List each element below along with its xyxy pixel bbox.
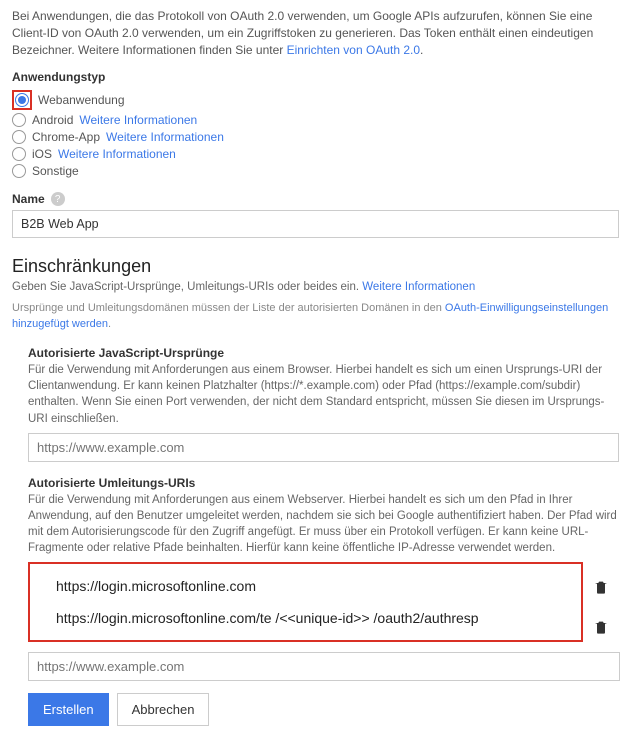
create-button[interactable]: Erstellen (28, 693, 109, 726)
radio-icon (12, 113, 26, 127)
js-origins-desc: Für die Verwendung mit Anforderungen aus… (28, 362, 619, 426)
redirect-uris-input[interactable] (28, 652, 620, 681)
app-type-option-chrome[interactable]: Chrome-App Weitere Informationen (12, 130, 619, 144)
restrictions-sub2: Ursprünge und Umleitungsdomänen müssen d… (12, 301, 619, 332)
redirect-uris-desc: Für die Verwendung mit Anforderungen aus… (28, 492, 619, 556)
redirect-uri-row: https://login.microsoftonline.com (38, 570, 573, 602)
delete-icon[interactable] (593, 578, 609, 596)
restrictions-heading: Einschränkungen (12, 256, 619, 277)
option-more-link[interactable]: Weitere Informationen (79, 113, 197, 127)
js-origins-title: Autorisierte JavaScript-Ursprünge (28, 346, 619, 360)
radio-icon (12, 130, 26, 144)
app-type-group: Webanwendung Android Weitere Information… (12, 90, 619, 178)
radio-icon (12, 147, 26, 161)
intro-text: Bei Anwendungen, die das Protokoll von O… (12, 8, 619, 58)
restrictions-sub1: Geben Sie JavaScript-Ursprünge, Umleitun… (12, 279, 619, 295)
option-label: Sonstige (32, 164, 79, 178)
redirect-uri-value: https://login.microsoftonline.com (38, 578, 573, 594)
option-more-link[interactable]: Weitere Informationen (106, 130, 224, 144)
option-more-link[interactable]: Weitere Informationen (58, 147, 176, 161)
highlight-selected (12, 90, 32, 110)
delete-icon[interactable] (593, 618, 609, 636)
redirect-uris-title: Autorisierte Umleitungs-URIs (28, 476, 619, 490)
name-input[interactable] (12, 210, 619, 238)
redirect-uris-highlight: https://login.microsoftonline.com https:… (28, 562, 583, 642)
intro-link[interactable]: Einrichten von OAuth 2.0 (287, 43, 420, 57)
js-origins-block: Autorisierte JavaScript-Ursprünge Für di… (12, 346, 619, 461)
option-label: Android (32, 113, 73, 127)
help-icon[interactable]: ? (51, 192, 65, 206)
app-type-option-ios[interactable]: iOS Weitere Informationen (12, 147, 619, 161)
app-type-label: Anwendungstyp (12, 70, 619, 84)
app-type-option-web[interactable]: Webanwendung (12, 90, 619, 110)
name-label: Name (12, 192, 45, 206)
app-type-option-android[interactable]: Android Weitere Informationen (12, 113, 619, 127)
js-origins-input[interactable] (28, 433, 619, 462)
option-label: Webanwendung (38, 93, 125, 107)
redirect-uris-block: Autorisierte Umleitungs-URIs Für die Ver… (12, 476, 619, 681)
radio-icon (15, 93, 29, 107)
radio-icon (12, 164, 26, 178)
redirect-uri-row: https://login.microsoftonline.com/te /<<… (38, 602, 573, 634)
cancel-button[interactable]: Abbrechen (117, 693, 210, 726)
option-label: iOS (32, 147, 52, 161)
redirect-uri-value: https://login.microsoftonline.com/te /<<… (38, 610, 573, 626)
restrictions-more-link[interactable]: Weitere Informationen (362, 281, 475, 293)
option-label: Chrome-App (32, 130, 100, 144)
app-type-option-other[interactable]: Sonstige (12, 164, 619, 178)
